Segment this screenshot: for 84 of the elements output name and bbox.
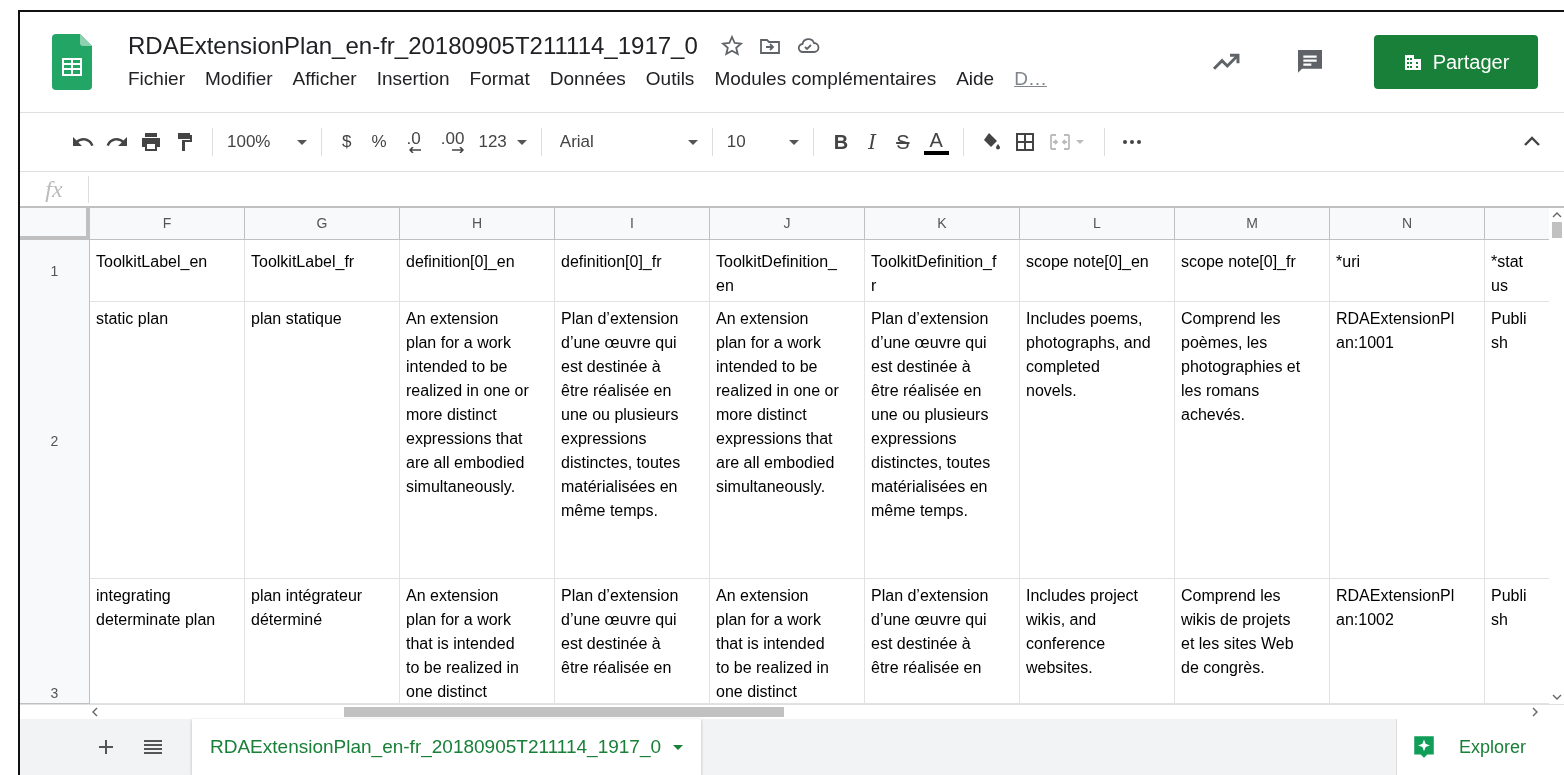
column-header[interactable]: G: [245, 208, 400, 240]
column-header[interactable]: K: [865, 208, 1020, 240]
table-cell: Plan d’extension d’une œuvre qui est destinée à être réalisée en une ou plusieurs expressions distinctes, toutes matérialisées en même temps.: [865, 302, 1020, 579]
strikethrough-button[interactable]: S: [890, 130, 916, 154]
table-cell: ToolkitLabel_fr: [245, 240, 400, 302]
menu-item[interactable]: Modules complémentaires: [704, 66, 947, 92]
currency-format-button[interactable]: $: [336, 132, 358, 152]
table-cell: Comprend les poèmes, les photographies et les romans achevés.: [1175, 302, 1330, 579]
table-cell: *uri: [1330, 240, 1485, 302]
explore-button[interactable]: Explorer: [1396, 719, 1564, 775]
scroll-up-icon[interactable]: [1551, 212, 1562, 218]
menu-item[interactable]: Format: [459, 66, 540, 92]
column-header[interactable]: L: [1020, 208, 1175, 240]
menu-item[interactable]: Données: [539, 66, 636, 92]
number-format-dropdown[interactable]: 123: [478, 132, 527, 152]
table-cell: Plan d’extension d’une œuvre qui est destinée à être réalisée en: [555, 579, 710, 704]
caret-icon: [673, 744, 684, 750]
column-header[interactable]: F: [90, 208, 245, 240]
table-cell: An extension plan for a work intended to be realized in one or more distinct expressions that are all embodied simultaneously.: [710, 302, 865, 579]
star-icon[interactable]: [719, 34, 744, 58]
scrollbar-thumb[interactable]: [344, 707, 784, 717]
decrease-decimals-button[interactable]: .0: [400, 131, 427, 153]
table-cell: Plan d’extension d’une œuvre qui est destinée à être réalisée en une ou plusieurs expressions distinctes, toutes matérialisées en même temps.: [555, 302, 710, 579]
caret-icon: [788, 139, 799, 145]
arrow-left-icon: [408, 147, 421, 153]
caret-icon: [516, 139, 527, 145]
table-cell: Plan d’extension d’une œuvre qui est destinée à être réalisée en: [865, 579, 1020, 704]
menu-item[interactable]: Afficher: [282, 66, 367, 92]
table-cell: ToolkitDefinition_en: [710, 240, 865, 302]
row-header[interactable]: 1: [20, 240, 90, 303]
italic-button[interactable]: I: [862, 130, 883, 154]
caret-icon: [687, 139, 698, 145]
zoom-dropdown[interactable]: 100%: [227, 132, 307, 152]
table-cell: RDAExtensionPlan:1001: [1330, 302, 1485, 579]
table-cell: An extension plan for a work that is intended to be realized in one distinct: [710, 579, 865, 704]
menu-item[interactable]: Modifier: [195, 66, 283, 92]
increase-decimals-button[interactable]: .00: [434, 131, 471, 153]
column-header[interactable]: M: [1175, 208, 1330, 240]
sheet-tab[interactable]: RDAExtensionPlan_en-fr_20180905T211114_1917_0: [192, 719, 702, 775]
menu-item[interactable]: Outils: [635, 66, 705, 92]
table-cell: ToolkitLabel_en: [90, 240, 245, 302]
scrollbar-thumb[interactable]: [1551, 222, 1562, 238]
last-edit-link[interactable]: D…: [1004, 66, 1057, 92]
scroll-right-icon[interactable]: [1532, 707, 1538, 717]
building-icon: [1402, 52, 1423, 72]
menu-item[interactable]: Fichier: [128, 66, 195, 92]
caret-icon: [297, 139, 307, 145]
bold-button[interactable]: B: [827, 130, 855, 154]
arrow-right-icon: [452, 147, 465, 153]
sheet-list-icon[interactable]: [144, 740, 162, 754]
table-cell: scope note[0]_fr: [1175, 240, 1330, 302]
share-button[interactable]: Partager: [1374, 35, 1538, 89]
scroll-down-icon[interactable]: [1551, 694, 1562, 700]
table-cell: ToolkitDefinition_fr: [865, 240, 1020, 302]
table-cell: static plan: [90, 302, 245, 579]
column-header[interactable]: I: [555, 208, 710, 240]
table-cell: Includes poems, photographs, and completed novels.: [1020, 302, 1175, 579]
table-cell: definition[0]_fr: [555, 240, 710, 302]
table-cell: integrating determinate plan: [90, 579, 245, 704]
spreadsheet-logo-icon[interactable]: [52, 34, 92, 90]
table-cell: RDAExtensionPlan:1002: [1330, 579, 1485, 704]
menu-item[interactable]: Aide: [946, 66, 1005, 92]
document-title[interactable]: RDAExtensionPlan_en-fr_20180905T211114_1917_0: [128, 32, 698, 60]
row-header[interactable]: 2: [20, 302, 90, 580]
table-cell: Comprend les wikis de projets et les sites Web de congrès.: [1175, 579, 1330, 704]
text-color-button[interactable]: A: [923, 129, 949, 155]
table-cell: Includes project wikis, and conference websites.: [1020, 579, 1175, 704]
column-header[interactable]: H: [400, 208, 555, 240]
table-cell: plan statique: [245, 302, 400, 579]
add-sheet-icon[interactable]: [98, 739, 114, 755]
row-header[interactable]: 3: [20, 579, 90, 704]
explore-icon: [1411, 734, 1437, 760]
menu-item[interactable]: Insertion: [366, 66, 460, 92]
font-size-dropdown[interactable]: 10: [726, 132, 799, 152]
scroll-left-icon[interactable]: [92, 707, 98, 717]
column-header[interactable]: N: [1330, 208, 1485, 240]
font-dropdown[interactable]: Arial: [555, 132, 698, 152]
table-cell: An extension plan for a work that is intended to be realized in one distinct: [400, 579, 555, 704]
table-cell: definition[0]_en: [400, 240, 555, 302]
column-header[interactable]: J: [710, 208, 865, 240]
table-cell: plan intégrateur déterminé: [245, 579, 400, 704]
table-cell: scope note[0]_en: [1020, 240, 1175, 302]
percent-format-button[interactable]: %: [365, 132, 393, 152]
table-cell: An extension plan for a work intended to be realized in one or more distinct expressions that are all embodied simultaneously.: [400, 302, 555, 579]
